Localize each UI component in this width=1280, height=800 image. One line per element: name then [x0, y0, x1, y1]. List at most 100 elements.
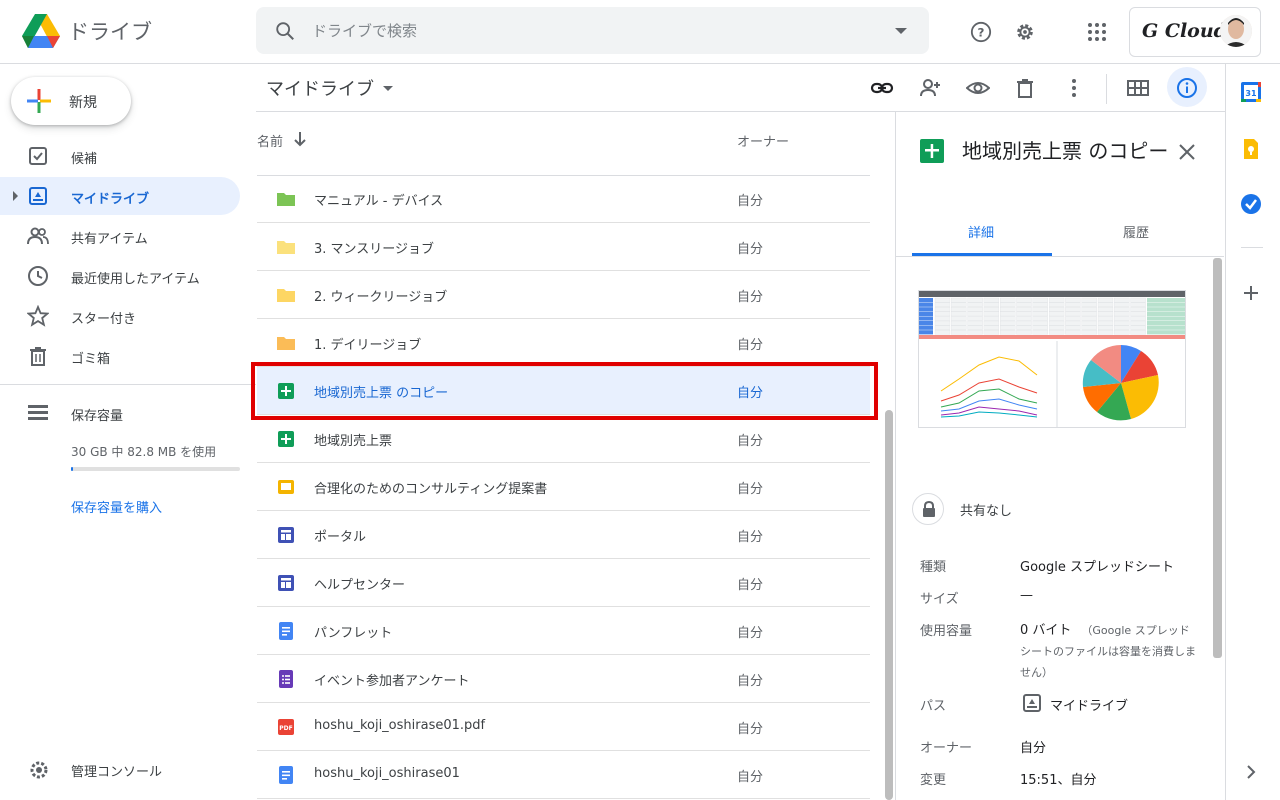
file-owner: 自分 — [737, 530, 764, 545]
top-bar: ドライブ ? G Cloud — [0, 0, 1280, 64]
trash-icon — [30, 347, 46, 366]
buy-storage-link[interactable]: 保存容量を購入 — [71, 497, 162, 516]
sidebar-divider — [0, 384, 256, 385]
apps-grid-icon[interactable] — [1081, 16, 1113, 48]
file-owner: 自分 — [737, 434, 764, 449]
tab-history[interactable]: 履歴 — [1123, 222, 1149, 241]
folder-icon — [276, 285, 296, 305]
file-preview-thumbnail[interactable] — [918, 290, 1186, 428]
star-icon — [27, 305, 49, 327]
settings-gear-icon[interactable] — [1009, 16, 1041, 48]
file-row[interactable]: マニュアル - デバイス 自分 — [257, 175, 870, 223]
plus-icon — [27, 89, 51, 113]
file-row[interactable]: ヘルプセンター 自分 — [257, 559, 870, 607]
avatar[interactable] — [1220, 15, 1252, 47]
expand-arrow-icon[interactable] — [13, 191, 18, 201]
search-icon[interactable] — [274, 20, 296, 42]
preview-eye-icon[interactable] — [962, 72, 994, 104]
tabs-divider — [896, 256, 1224, 257]
docs-icon — [276, 621, 296, 641]
sharing-status-text: 共有なし — [960, 504, 1013, 519]
sidebar-item-my-drive[interactable]: マイドライブ — [0, 177, 240, 215]
file-name: 2. ウィークリージョブ — [314, 290, 448, 305]
org-brand-label: G Cloud — [1142, 20, 1227, 42]
delete-trash-icon[interactable] — [1009, 72, 1041, 104]
sidebar-item-shared[interactable]: 共有アイテム — [0, 217, 240, 255]
column-header-name[interactable]: 名前 — [257, 131, 283, 150]
selection-highlight-box — [251, 362, 878, 420]
breadcrumb[interactable]: マイドライブ — [266, 75, 374, 101]
file-list-scrollbar[interactable] — [885, 410, 893, 800]
sort-arrow-down-icon[interactable] — [293, 131, 307, 147]
keep-icon[interactable] — [1240, 138, 1262, 160]
prop-label-owner: オーナー — [920, 741, 973, 756]
file-row[interactable]: 合理化のためのコンサルティング提案書 自分 — [257, 463, 870, 511]
prop-value-usage: 0 バイト （Google スプレッドシートのファイルは容量を消費しません） — [1020, 620, 1200, 683]
info-icon[interactable] — [1171, 72, 1203, 104]
file-row[interactable]: hoshu_koji_oshirase01 自分 — [257, 751, 870, 799]
sidebar-item-recent[interactable]: 最近使用したアイテム — [0, 257, 240, 295]
tab-details[interactable]: 詳細 — [968, 222, 994, 241]
sidebar-item-starred[interactable]: スター付き — [0, 297, 240, 335]
file-row[interactable]: 2. ウィークリージョブ 自分 — [257, 271, 870, 319]
storage-icon[interactable] — [28, 404, 48, 422]
sharing-status-button[interactable] — [912, 493, 944, 525]
docs-icon — [276, 765, 296, 785]
file-owner: 自分 — [737, 626, 764, 641]
search-input[interactable] — [312, 17, 872, 45]
drive-logo-icon[interactable] — [22, 14, 60, 48]
more-options-icon[interactable] — [1058, 72, 1090, 104]
share-person-add-icon[interactable] — [914, 72, 946, 104]
file-name: 3. マンスリージョブ — [314, 242, 435, 257]
admin-console-link[interactable]: 管理コンソール — [71, 761, 162, 780]
file-name: 合理化のためのコンサルティング提案書 — [314, 482, 548, 497]
prop-label-usage: 使用容量 — [920, 624, 973, 639]
file-owner: 自分 — [737, 242, 764, 257]
add-addon-plus-icon[interactable] — [1240, 282, 1262, 304]
tasks-icon[interactable] — [1240, 193, 1262, 215]
file-owner: 自分 — [737, 290, 764, 305]
sidebar-item-label: 最近使用したアイテム — [71, 272, 200, 287]
sidebar-item-label: 候補 — [71, 152, 98, 167]
file-name: 地域別売上票 — [314, 434, 393, 449]
sidebar-item-label: スター付き — [71, 312, 137, 327]
account-switcher[interactable]: G Cloud — [1129, 7, 1261, 57]
file-owner: 自分 — [737, 722, 764, 737]
file-row[interactable]: 3. マンスリージョブ 自分 — [257, 223, 870, 271]
prop-value-size: — — [1020, 588, 1033, 603]
grid-view-icon[interactable] — [1122, 72, 1154, 104]
storage-label[interactable]: 保存容量 — [71, 405, 123, 424]
details-title: 地域別売上票 のコピー — [962, 139, 1169, 163]
pdf-icon: PDF — [276, 717, 296, 737]
side-panel-rail — [1225, 64, 1280, 800]
prop-label-modified: 変更 — [920, 773, 947, 788]
details-scrollbar[interactable] — [1213, 258, 1222, 658]
file-row[interactable]: 1. デイリージョブ 自分 — [257, 319, 870, 367]
sidebar-item-label: 共有アイテム — [71, 232, 148, 247]
storage-usage-text: 30 GB 中 82.8 MB を使用 — [71, 445, 217, 459]
close-icon[interactable] — [1176, 141, 1198, 163]
search-bar[interactable] — [256, 7, 929, 54]
prop-value-path[interactable]: マイドライブ — [1050, 695, 1128, 714]
lock-icon — [923, 501, 935, 517]
toolbar-divider — [1106, 74, 1107, 104]
forms-icon — [276, 669, 296, 689]
search-options-icon[interactable] — [895, 28, 907, 34]
expand-panel-chevron-icon[interactable] — [1240, 761, 1262, 783]
file-row[interactable]: 地域別売上票 自分 — [257, 415, 870, 463]
folder-icon — [276, 189, 296, 209]
sidebar-item-suggested[interactable]: 候補 — [0, 137, 240, 175]
sidebar-item-trash[interactable]: ゴミ箱 — [0, 337, 240, 375]
file-row[interactable]: イベント参加者アンケート 自分 — [257, 655, 870, 703]
new-button[interactable]: 新規 — [11, 77, 131, 125]
get-link-icon[interactable] — [866, 72, 898, 104]
usage-value: 0 バイト — [1020, 623, 1072, 638]
file-row[interactable]: ポータル 自分 — [257, 511, 870, 559]
file-row[interactable]: PDF hoshu_koji_oshirase01.pdf 自分 — [257, 703, 870, 751]
sheets-icon — [276, 429, 296, 449]
breadcrumb-dropdown-icon[interactable] — [383, 86, 393, 91]
help-icon[interactable]: ? — [965, 16, 997, 48]
calendar-icon[interactable]: 31 — [1240, 81, 1262, 103]
file-row[interactable]: パンフレット 自分 — [257, 607, 870, 655]
prop-label-type: 種類 — [920, 560, 947, 575]
